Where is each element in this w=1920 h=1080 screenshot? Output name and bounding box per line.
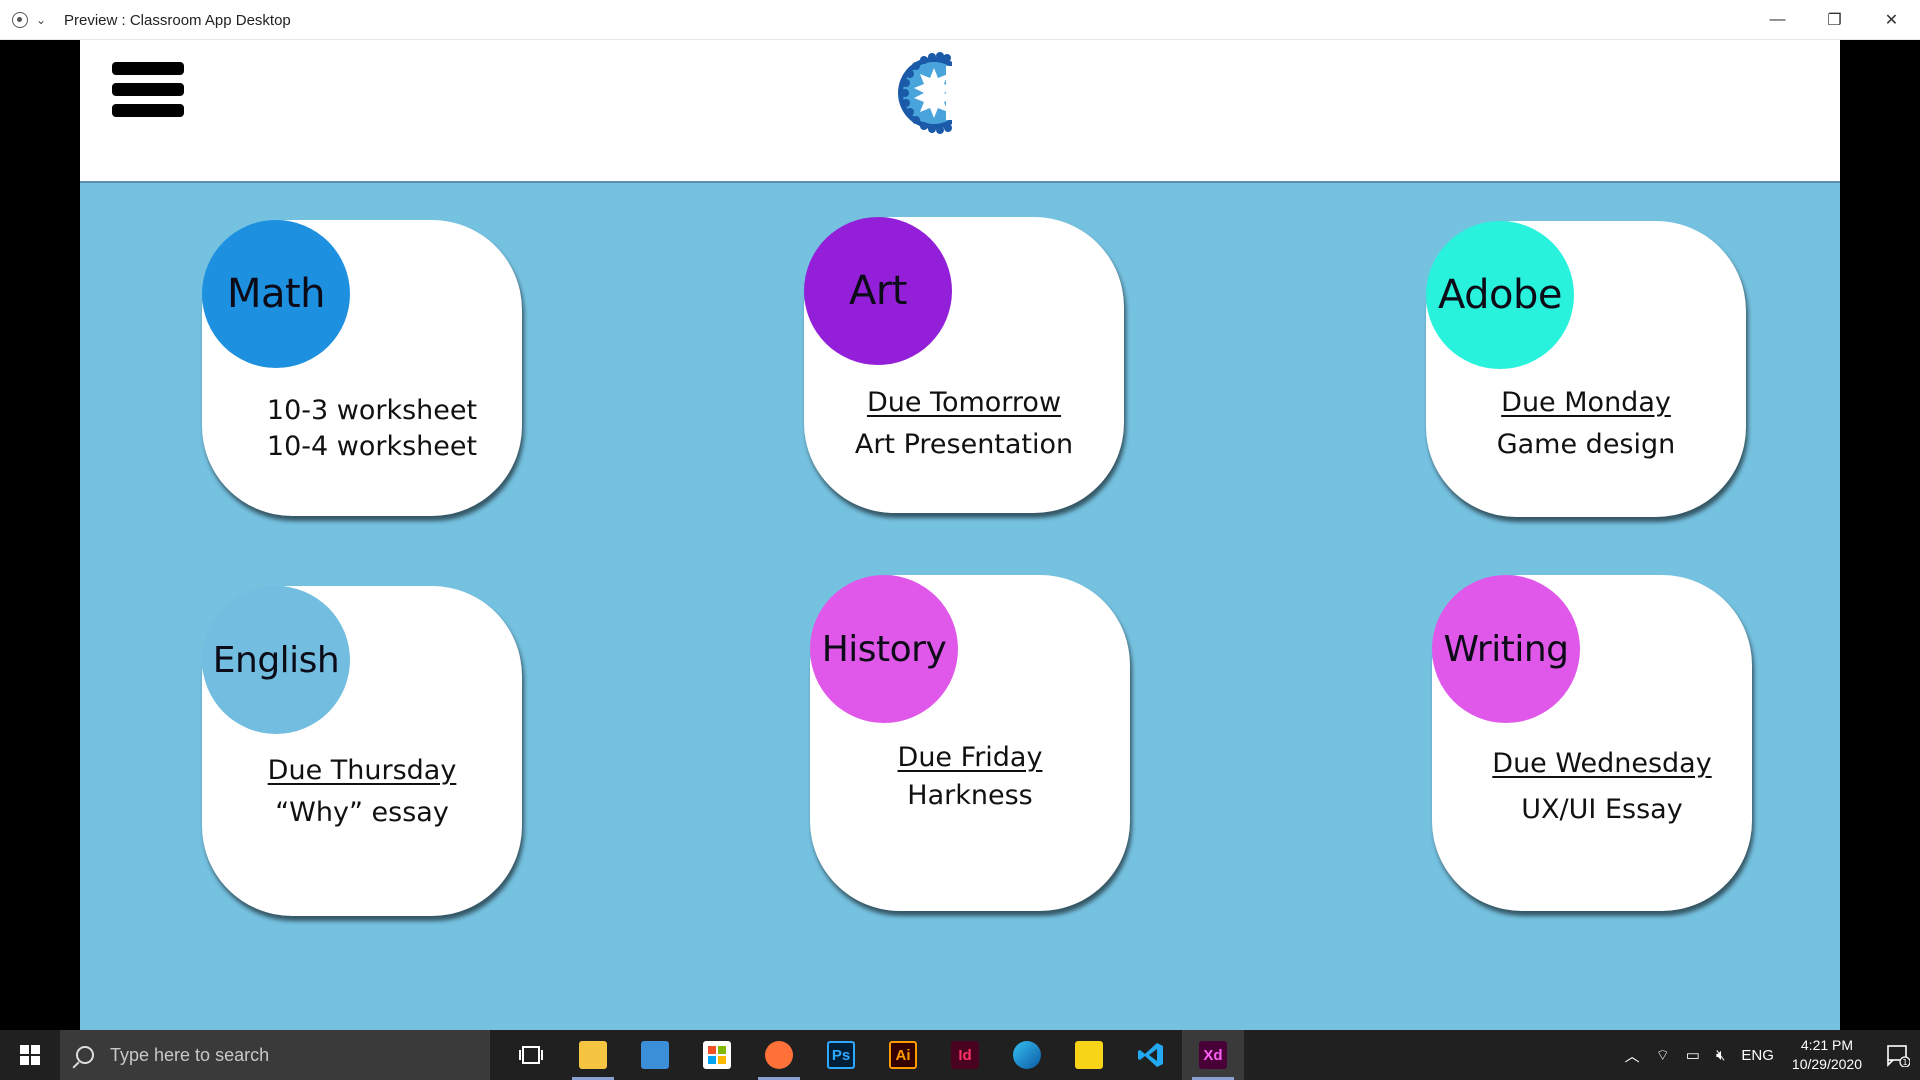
taskbar-search-box[interactable]: Type here to search (60, 1030, 490, 1080)
assignment-name: Game design (1496, 429, 1676, 460)
subject-title: Adobe (1437, 272, 1563, 318)
task-view-icon (519, 1046, 543, 1064)
chevron-up-icon[interactable]: ︿ (1625, 1045, 1640, 1066)
subject-badge: English (202, 586, 350, 734)
firefox-button[interactable] (748, 1030, 810, 1080)
windows-logo-icon (20, 1045, 40, 1065)
subject-title: Math (226, 271, 326, 317)
clock-date: 10/29/2020 (1791, 1056, 1862, 1072)
subjects-area: Math 10-3 worksheet 10-4 worksheet Art D… (80, 183, 1840, 1030)
subject-badge: History (810, 575, 958, 723)
indesign-button[interactable]: Id (934, 1030, 996, 1080)
illustrator-button[interactable]: Ai (872, 1030, 934, 1080)
subject-badge: Art (804, 217, 952, 365)
clock-time: 4:21 PM (1800, 1037, 1854, 1053)
subject-title: Writing (1443, 628, 1569, 670)
window-title: Preview : Classroom App Desktop (64, 11, 291, 29)
frame-left (0, 40, 80, 1030)
minimize-button[interactable]: — (1749, 0, 1806, 40)
adobe-xd-button[interactable]: Xd (1182, 1030, 1244, 1080)
subject-card-art[interactable]: Art Due Tomorrow Art Presentation (804, 217, 1124, 513)
file-explorer-button[interactable] (562, 1030, 624, 1080)
adobe-xd-icon: Xd (1199, 1041, 1227, 1069)
due-date-label: Due Monday (1501, 387, 1671, 418)
assignment-name: Art Presentation (854, 429, 1074, 460)
sticky-notes-button[interactable] (1058, 1030, 1120, 1080)
edge-icon (1013, 1041, 1041, 1069)
volume-icon[interactable]: 🔇︎ (1716, 1047, 1725, 1064)
assignment-name: Harkness (907, 780, 1033, 811)
due-date-label: Due Wednesday (1492, 748, 1712, 779)
edge-button[interactable] (996, 1030, 1058, 1080)
app-header (80, 40, 1840, 183)
classroom-logo (898, 52, 952, 134)
notification-count: 1 (1902, 1058, 1907, 1067)
restore-button[interactable]: ❐ (1806, 0, 1863, 40)
window-title-bar: ⌄ Preview : Classroom App Desktop — ❐ ✕ (0, 0, 1920, 40)
subject-title: History (821, 628, 947, 670)
firefox-icon (765, 1041, 793, 1069)
illustrator-icon: Ai (889, 1041, 917, 1069)
subject-badge: Math (202, 220, 350, 368)
subject-card-english[interactable]: English Due Thursday “Why” essay (202, 586, 522, 916)
vscode-button[interactable] (1120, 1030, 1182, 1080)
search-placeholder: Type here to search (110, 1044, 270, 1065)
search-icon (76, 1046, 94, 1064)
subject-title: English (212, 639, 340, 681)
frame-right (1840, 40, 1920, 1030)
chevron-down-icon[interactable]: ⌄ (36, 13, 50, 27)
battery-icon[interactable]: ▭ (1686, 1046, 1700, 1064)
subject-card-history[interactable]: History Due Friday Harkness (810, 575, 1130, 911)
due-date-label: Due Thursday (267, 755, 457, 786)
folder-icon (579, 1041, 607, 1069)
hamburger-menu-icon[interactable] (112, 62, 184, 122)
close-button[interactable]: ✕ (1863, 0, 1920, 40)
photoshop-icon: Ps (827, 1041, 855, 1069)
clock[interactable]: 4:21 PM 10/29/2020 (1792, 1036, 1862, 1074)
task-view-button[interactable] (500, 1030, 562, 1080)
vscode-icon (1137, 1041, 1165, 1069)
record-icon[interactable] (12, 12, 28, 28)
subject-card-writing[interactable]: Writing Due Wednesday UX/UI Essay (1432, 575, 1752, 911)
assignment-name: UX/UI Essay (1521, 794, 1683, 825)
due-date-label: Due Friday (897, 742, 1043, 773)
subject-card-adobe[interactable]: Adobe Due Monday Game design (1426, 221, 1746, 517)
sticky-notes-icon (1075, 1041, 1103, 1069)
subject-badge: Writing (1432, 575, 1580, 723)
due-date-label: Due Tomorrow (866, 387, 1062, 418)
store-icon (703, 1041, 731, 1069)
assignment-name: “Why” essay (275, 797, 449, 828)
language-indicator[interactable]: ENG (1741, 1047, 1774, 1064)
photoshop-button[interactable]: Ps (810, 1030, 872, 1080)
start-button[interactable] (0, 1030, 60, 1080)
subject-card-math[interactable]: Math 10-3 worksheet 10-4 worksheet (202, 220, 522, 516)
indesign-icon: Id (951, 1041, 979, 1069)
assignment-line-2: 10-4 worksheet (266, 431, 478, 462)
mail-icon (641, 1041, 669, 1069)
windows-taskbar: Type here to search Ps Ai Id Xd ︿ ⌔ ▭ 🔇︎… (0, 1030, 1920, 1080)
assignment-line-1: 10-3 worksheet (266, 395, 478, 426)
store-button[interactable] (686, 1030, 748, 1080)
notification-icon: 1 (1887, 1045, 1910, 1067)
notification-center-button[interactable]: 1 (1876, 1030, 1920, 1080)
mail-button[interactable] (624, 1030, 686, 1080)
wifi-icon[interactable]: ⌔ (1656, 1046, 1670, 1065)
subject-badge: Adobe (1426, 221, 1574, 369)
subject-title: Art (849, 268, 908, 314)
